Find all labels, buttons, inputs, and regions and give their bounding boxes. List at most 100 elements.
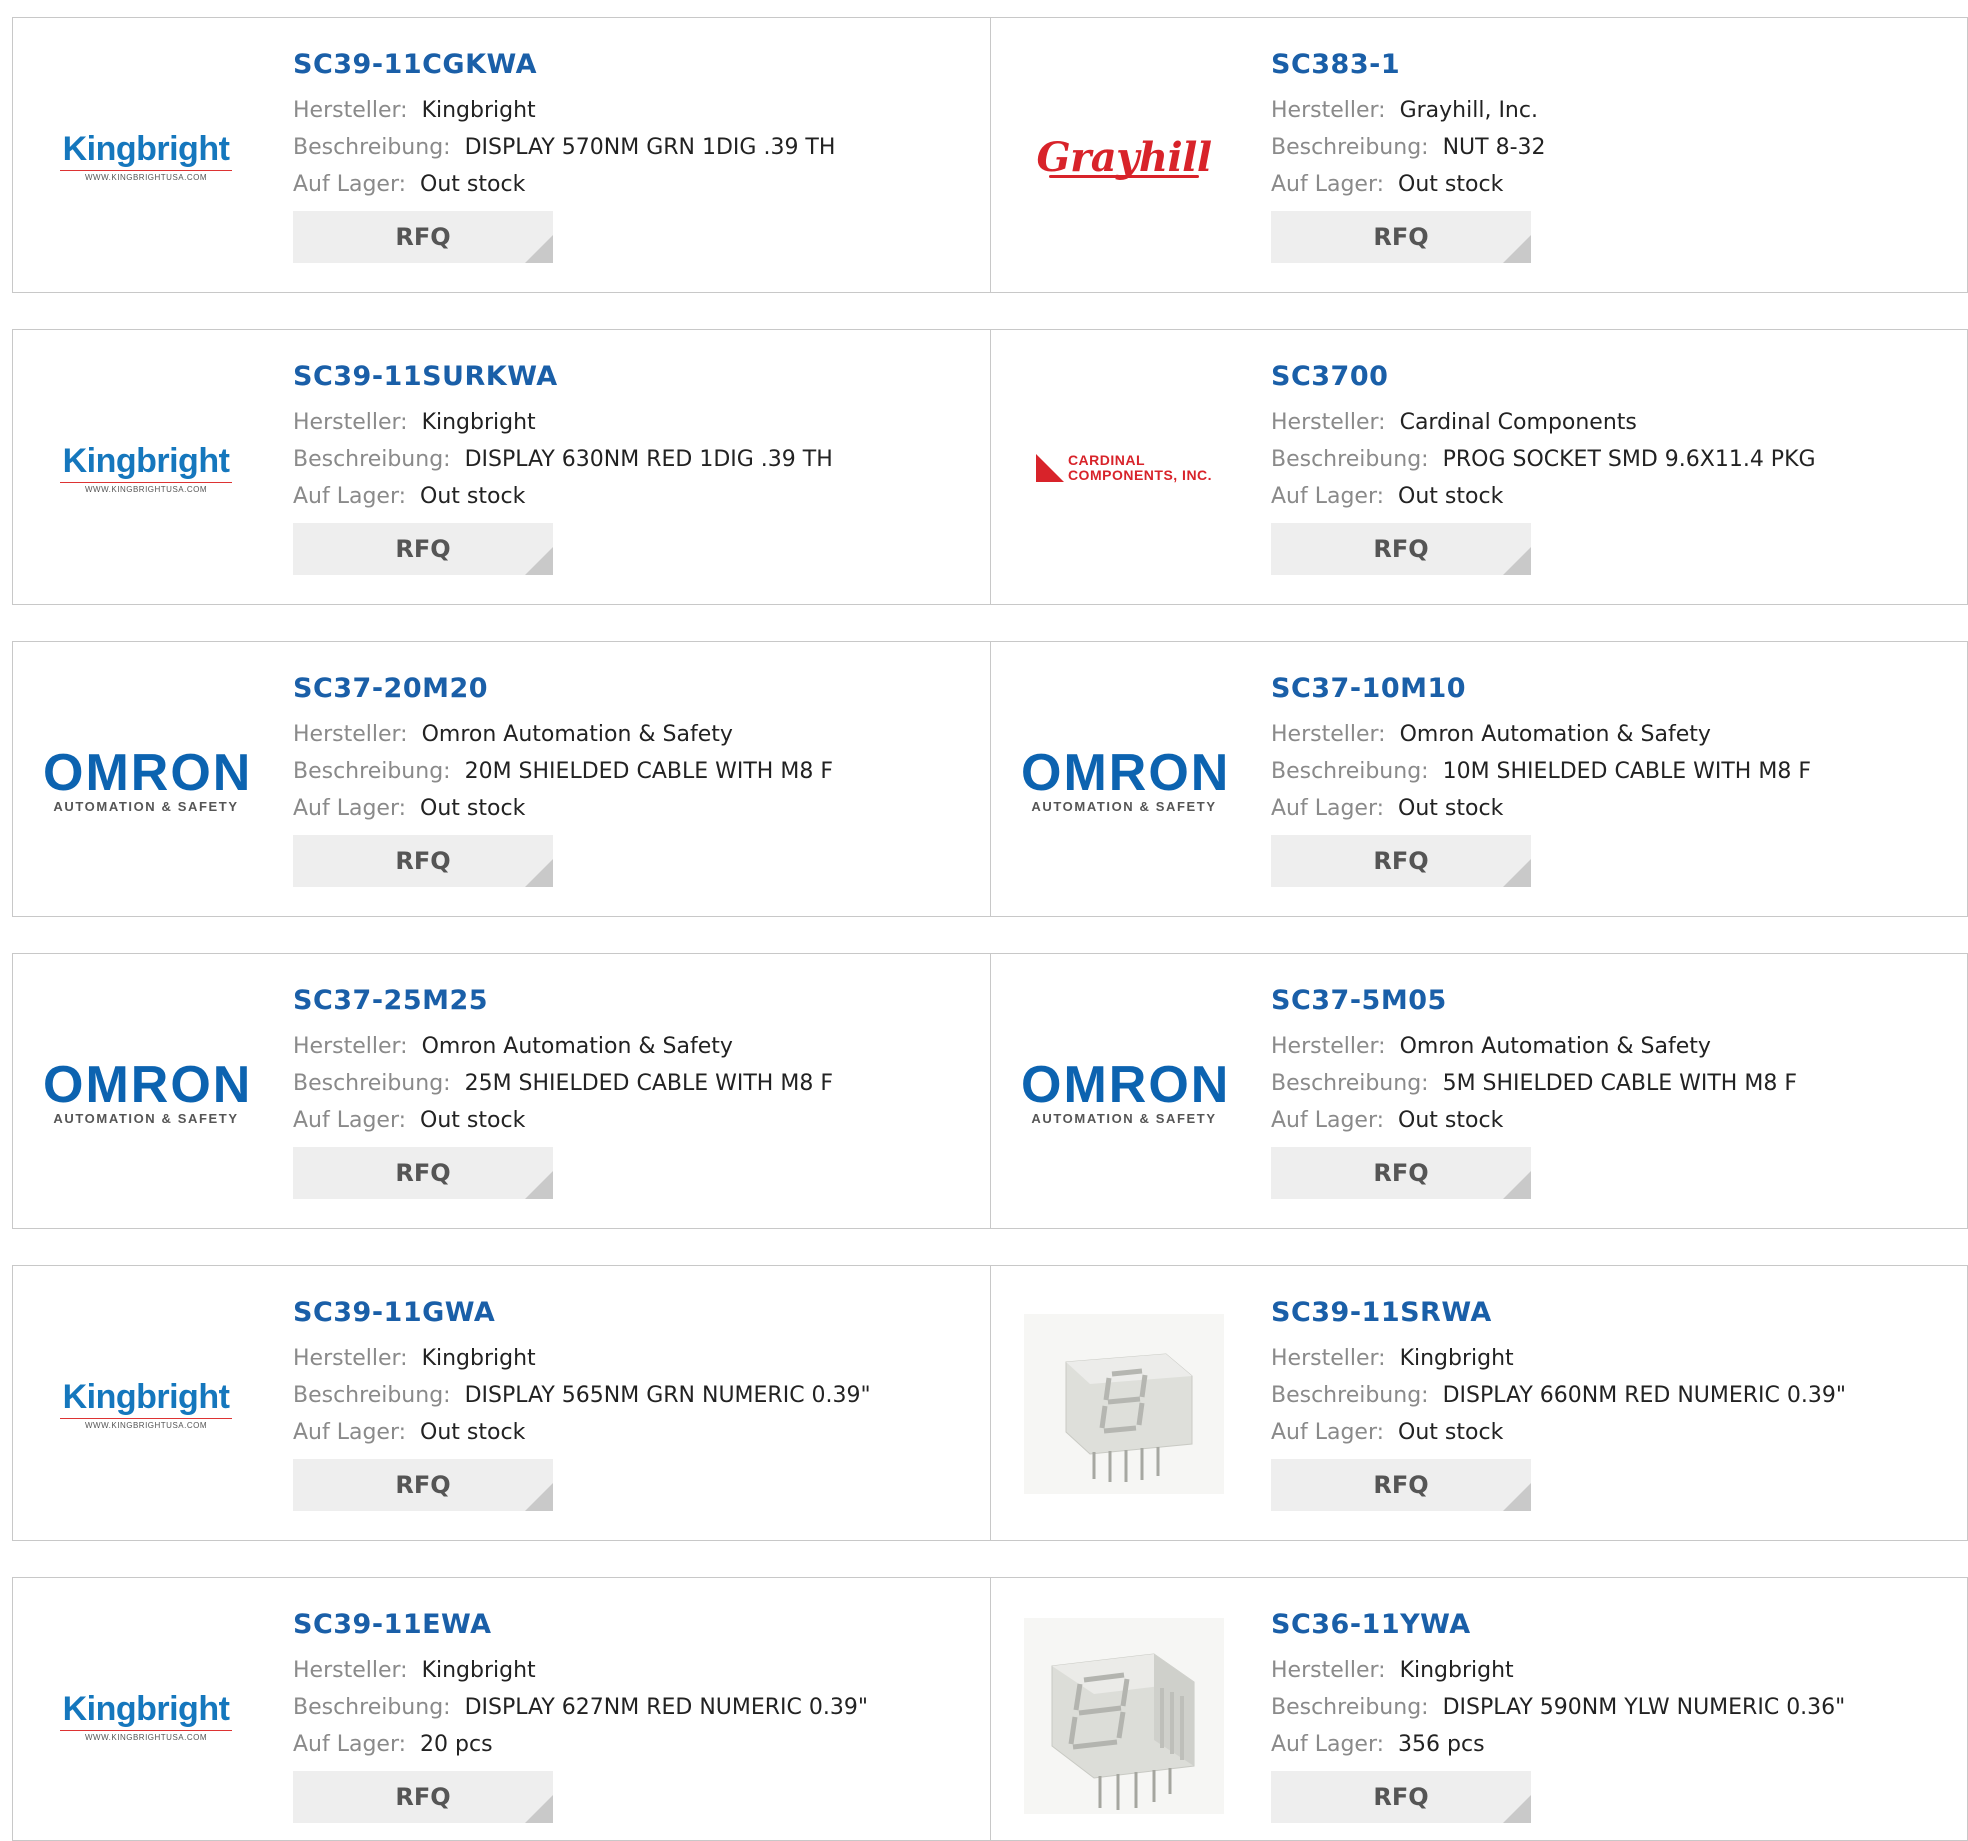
rfq-label: RFQ — [395, 1471, 451, 1499]
seven-segment-display-image — [1024, 1314, 1224, 1494]
stock-value: Out stock — [1398, 172, 1504, 197]
cardinal-components-logo: CARDINAL COMPONENTS, INC. — [1035, 453, 1212, 483]
product-card: Kingbright WWW.KINGBRIGHTUSA.COM SC39-11… — [13, 330, 990, 604]
part-number-link[interactable]: SC37-10M10 — [1271, 672, 1811, 706]
manufacturer-value: Grayhill, Inc. — [1399, 98, 1538, 123]
description-label: Beschreibung: — [1271, 1383, 1429, 1408]
part-number-link[interactable]: SC36-11YWA — [1271, 1608, 1845, 1642]
manufacturer-value: Kingbright — [1399, 1658, 1514, 1683]
part-number-link[interactable]: SC39-11EWA — [293, 1608, 868, 1642]
rfq-button[interactable]: RFQ — [1271, 1771, 1531, 1823]
product-card: Kingbright WWW.KINGBRIGHTUSA.COM SC39-11… — [13, 1578, 990, 1840]
stock-line: Auf Lager: 20 pcs — [293, 1726, 868, 1763]
description-value: DISPLAY 565NM GRN NUMERIC 0.39" — [464, 1383, 871, 1408]
description-value: DISPLAY 630NM RED 1DIG .39 TH — [464, 447, 833, 472]
manufacturer-logo[interactable]: Kingbright WWW.KINGBRIGHTUSA.COM — [43, 1618, 249, 1814]
description-label: Beschreibung: — [1271, 1695, 1429, 1720]
rfq-label: RFQ — [395, 1159, 451, 1187]
stock-value: Out stock — [420, 172, 526, 197]
manufacturer-line: Hersteller: Kingbright — [293, 92, 835, 129]
part-number-link[interactable]: SC37-20M20 — [293, 672, 833, 706]
manufacturer-line: Hersteller: Omron Automation & Safety — [1271, 716, 1811, 753]
part-number-link[interactable]: SC383-1 — [1271, 48, 1546, 82]
stock-line: Auf Lager: Out stock — [293, 1102, 833, 1139]
manufacturer-label: Hersteller: — [293, 410, 408, 435]
manufacturer-label: Hersteller: — [293, 1658, 408, 1683]
manufacturer-label: Hersteller: — [293, 722, 408, 747]
description-line: Beschreibung: DISPLAY 630NM RED 1DIG .39 … — [293, 441, 833, 478]
manufacturer-logo[interactable]: OMRON AUTOMATION & SAFETY — [43, 994, 250, 1190]
rfq-label: RFQ — [395, 535, 451, 563]
stock-line: Auf Lager: Out stock — [1271, 1414, 1846, 1451]
rfq-button[interactable]: RFQ — [1271, 211, 1531, 263]
manufacturer-logo[interactable]: OMRON AUTOMATION & SAFETY — [1021, 682, 1228, 878]
manufacturer-logo[interactable]: Kingbright WWW.KINGBRIGHTUSA.COM — [43, 370, 249, 566]
product-info: SC37-5M05 Hersteller: Omron Automation & … — [1271, 984, 1797, 1199]
manufacturer-line: Hersteller: Kingbright — [293, 1652, 868, 1689]
corner-triangle-icon — [1503, 1171, 1531, 1199]
description-value: NUT 8-32 — [1442, 135, 1546, 160]
rfq-button[interactable]: RFQ — [1271, 1147, 1531, 1199]
manufacturer-value: Kingbright — [421, 1658, 536, 1683]
product-info: SC39-11GWA Hersteller: Kingbright Beschre… — [293, 1296, 871, 1511]
rfq-button[interactable]: RFQ — [293, 523, 553, 575]
product-card: OMRON AUTOMATION & SAFETY SC37-20M20 Her… — [13, 642, 990, 916]
stock-line: Auf Lager: Out stock — [293, 790, 833, 827]
product-row: OMRON AUTOMATION & SAFETY SC37-20M20 Her… — [12, 641, 1968, 917]
stock-value: Out stock — [1398, 1420, 1504, 1445]
corner-triangle-icon — [1503, 1795, 1531, 1823]
rfq-button[interactable]: RFQ — [1271, 835, 1531, 887]
corner-triangle-icon — [525, 235, 553, 263]
product-card: OMRON AUTOMATION & SAFETY SC37-25M25 Her… — [13, 954, 990, 1228]
part-number-link[interactable]: SC39-11GWA — [293, 1296, 871, 1330]
manufacturer-value: Kingbright — [1399, 1346, 1514, 1371]
part-number-link[interactable]: SC39-11SRWA — [1271, 1296, 1846, 1330]
manufacturer-value: Omron Automation & Safety — [1399, 1034, 1711, 1059]
manufacturer-logo[interactable]: Kingbright WWW.KINGBRIGHTUSA.COM — [43, 58, 249, 254]
description-label: Beschreibung: — [1271, 135, 1429, 160]
manufacturer-logo[interactable]: OMRON AUTOMATION & SAFETY — [1021, 994, 1231, 1190]
manufacturer-label: Hersteller: — [293, 1346, 408, 1371]
stock-line: Auf Lager: Out stock — [1271, 166, 1546, 203]
description-label: Beschreibung: — [1271, 1071, 1429, 1096]
kingbright-logo: Kingbright WWW.KINGBRIGHTUSA.COM — [56, 130, 236, 182]
kingbright-logo: Kingbright WWW.KINGBRIGHTUSA.COM — [56, 442, 236, 494]
part-number-link[interactable]: SC3700 — [1271, 360, 1816, 394]
manufacturer-logo[interactable] — [1021, 1618, 1227, 1814]
rfq-button[interactable]: RFQ — [1271, 1459, 1531, 1511]
manufacturer-line: Hersteller: Cardinal Components — [1271, 404, 1816, 441]
part-number-link[interactable]: SC39-11CGKWA — [293, 48, 835, 82]
description-label: Beschreibung: — [1271, 447, 1429, 472]
rfq-button[interactable]: RFQ — [293, 1147, 553, 1199]
manufacturer-logo[interactable]: CARDINAL COMPONENTS, INC. — [1021, 370, 1227, 566]
rfq-label: RFQ — [395, 847, 451, 875]
manufacturer-line: Hersteller: Grayhill, Inc. — [1271, 92, 1546, 129]
rfq-button[interactable]: RFQ — [1271, 523, 1531, 575]
manufacturer-logo[interactable]: OMRON AUTOMATION & SAFETY — [43, 682, 250, 878]
manufacturer-label: Hersteller: — [1271, 410, 1386, 435]
part-number-link[interactable]: SC39-11SURKWA — [293, 360, 833, 394]
stock-value: 20 pcs — [420, 1732, 493, 1757]
stock-value: Out stock — [1398, 796, 1504, 821]
manufacturer-line: Hersteller: Omron Automation & Safety — [293, 1028, 833, 1065]
rfq-button[interactable]: RFQ — [293, 211, 553, 263]
manufacturer-logo[interactable]: Kingbright WWW.KINGBRIGHTUSA.COM — [43, 1306, 249, 1502]
rfq-button[interactable]: RFQ — [293, 835, 553, 887]
manufacturer-line: Hersteller: Kingbright — [293, 1340, 871, 1377]
product-card: OMRON AUTOMATION & SAFETY SC37-5M05 Hers… — [990, 954, 1967, 1228]
manufacturer-value: Omron Automation & Safety — [421, 722, 733, 747]
product-info: SC383-1 Hersteller: Grayhill, Inc. Beschr… — [1271, 48, 1546, 263]
part-number-link[interactable]: SC37-5M05 — [1271, 984, 1797, 1018]
part-number-link[interactable]: SC37-25M25 — [293, 984, 833, 1018]
stock-label: Auf Lager: — [1271, 172, 1385, 197]
manufacturer-logo[interactable] — [1021, 1306, 1227, 1502]
corner-triangle-icon — [525, 1483, 553, 1511]
rfq-button[interactable]: RFQ — [293, 1771, 553, 1823]
rfq-button[interactable]: RFQ — [293, 1459, 553, 1511]
corner-triangle-icon — [525, 1795, 553, 1823]
corner-triangle-icon — [1503, 235, 1531, 263]
omron-logo: OMRON AUTOMATION & SAFETY — [1021, 1055, 1231, 1126]
product-info: SC36-11YWA Hersteller: Kingbright Beschre… — [1271, 1608, 1845, 1823]
manufacturer-logo[interactable]: Grayhill — [1021, 58, 1227, 254]
description-value: DISPLAY 660NM RED NUMERIC 0.39" — [1442, 1383, 1846, 1408]
